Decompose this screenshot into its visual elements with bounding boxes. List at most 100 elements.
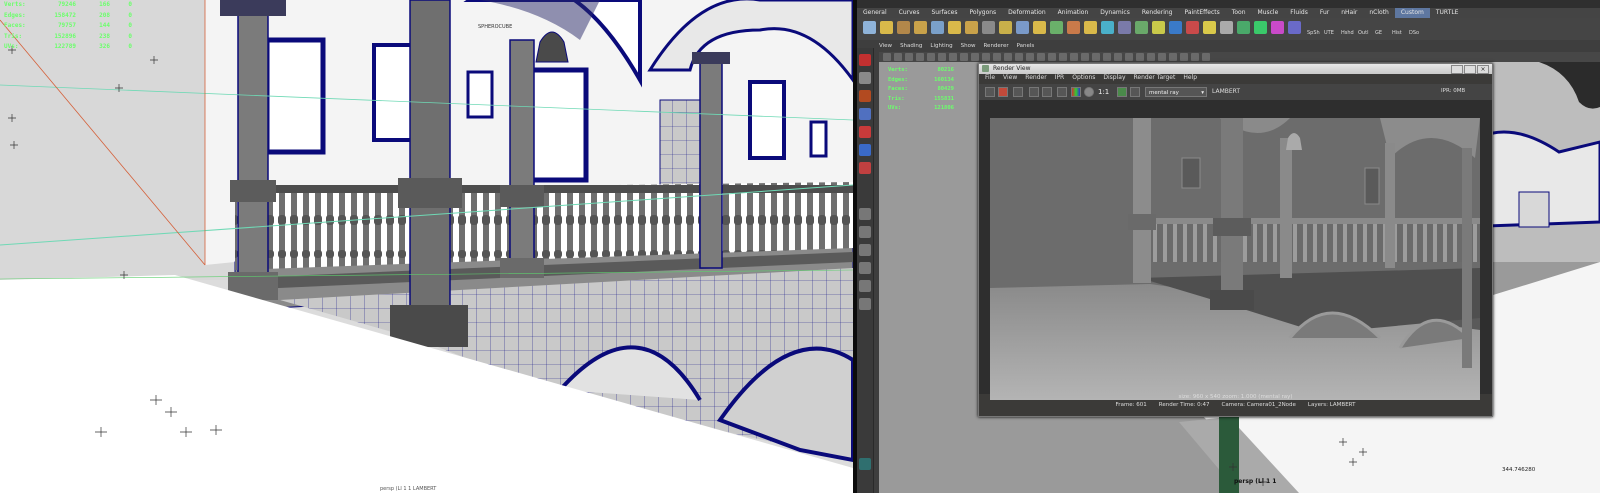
panel-toolbar-icon[interactable] [1136,53,1144,61]
shelf-tool-icon[interactable] [1271,21,1284,34]
render-menu-ipr[interactable]: IPR [1055,74,1065,84]
panel-toolbar-icon[interactable] [1092,53,1100,61]
panel-toolbar-icon[interactable] [1180,53,1188,61]
panel-toolbar-icon[interactable] [1081,53,1089,61]
manipulator-tool-icon[interactable] [859,162,871,174]
shelf-tab-rendering[interactable]: Rendering [1136,8,1179,18]
minimize-icon[interactable] [1451,65,1463,74]
shelf-button-spsh[interactable]: SpSh [1307,30,1320,36]
shelf-tool-icon[interactable] [1067,21,1080,34]
layout-single-icon[interactable] [859,208,871,220]
move-tool-icon[interactable] [859,108,871,120]
shelf-button-ute[interactable]: UTE [1324,30,1334,36]
render-region-icon[interactable] [1029,87,1039,97]
panel-toolbar-icon[interactable] [1070,53,1078,61]
panel-toolbar-icon[interactable] [1114,53,1122,61]
panel-toolbar-icon[interactable] [1191,53,1199,61]
shelf-tab-nhair[interactable]: nHair [1335,8,1363,18]
panel-toolbar-icon[interactable] [1158,53,1166,61]
keep-image-icon[interactable] [1117,87,1127,97]
rgb-channels-icon[interactable] [1071,87,1081,97]
viewport-menu-shading[interactable]: Shading [900,43,922,52]
render-menu-render[interactable]: Render [1025,74,1046,84]
panel-toolbar-icon[interactable] [1026,53,1034,61]
panel-toolbar-icon[interactable] [993,53,1001,61]
shelf-tool-icon[interactable] [863,21,876,34]
snapshot-icon[interactable] [1013,87,1023,97]
remove-image-icon[interactable] [1130,87,1140,97]
panel-toolbar-icon[interactable] [949,53,957,61]
panel-toolbar-icon[interactable] [1147,53,1155,61]
lasso-tool-icon[interactable] [859,72,871,84]
alpha-channel-icon[interactable] [1084,87,1094,97]
shelf-tab-general[interactable]: General [857,8,893,18]
shelf-tab-toon[interactable]: Toon [1226,8,1252,18]
render-view-titlebar[interactable]: Render View × [979,64,1492,74]
panel-toolbar-icon[interactable] [1004,53,1012,61]
shelf-tool-icon[interactable] [1203,21,1216,34]
panel-toolbar-icon[interactable] [1202,53,1210,61]
shelf-tool-icon[interactable] [999,21,1012,34]
panel-toolbar-icon[interactable] [883,53,891,61]
render-menu-render-target[interactable]: Render Target [1134,74,1176,84]
shelf-tab-painteffects[interactable]: PaintEffects [1178,8,1225,18]
panel-toolbar-icon[interactable] [927,53,935,61]
panel-toolbar-icon[interactable] [1169,53,1177,61]
layout-two-icon[interactable] [859,244,871,256]
render-menu-help[interactable]: Help [1183,74,1197,84]
shelf-tab-dynamics[interactable]: Dynamics [1094,8,1136,18]
shelf-tool-icon[interactable] [982,21,995,34]
shelf-tab-turtle[interactable]: TURTLE [1430,8,1465,18]
select-tool-icon[interactable] [859,54,871,66]
shelf-button-hshd[interactable]: Hshd [1341,30,1354,36]
shelf-tab-surfaces[interactable]: Surfaces [925,8,963,18]
panel-toolbar-icon[interactable] [938,53,946,61]
shelf-tab-polygons[interactable]: Polygons [963,8,1002,18]
viewport-menu-lighting[interactable]: Lighting [930,43,952,52]
shelf-tool-icon[interactable] [1101,21,1114,34]
shelf-tool-icon[interactable] [931,21,944,34]
shelf-tool-icon[interactable] [1084,21,1097,34]
shelf-tab-curves[interactable]: Curves [893,8,926,18]
panel-toolbar-icon[interactable] [971,53,979,61]
shelf-tab-ncloth[interactable]: nCloth [1363,8,1395,18]
shelf-tool-icon[interactable] [965,21,978,34]
stop-render-icon[interactable] [998,87,1008,97]
panel-toolbar-icon[interactable] [982,53,990,61]
shelf-tool-icon[interactable] [1186,21,1199,34]
shelf-tool-icon[interactable] [880,21,893,34]
shelf-tool-icon[interactable] [1050,21,1063,34]
panel-toolbar-icon[interactable] [1103,53,1111,61]
panel-toolbar-icon[interactable] [905,53,913,61]
viewport-menu-view[interactable]: View [879,43,892,52]
viewport-menu-panels[interactable]: Panels [1017,43,1035,52]
render-menu-display[interactable]: Display [1103,74,1125,84]
shelf-tool-icon[interactable] [1254,21,1267,34]
rendered-image[interactable] [990,118,1480,400]
shelf-tool-icon[interactable] [1169,21,1182,34]
panel-toolbar-icon[interactable] [960,53,968,61]
refresh-ipr-icon[interactable] [1057,87,1067,97]
redo-render-icon[interactable] [985,87,995,97]
shelf-tool-icon[interactable] [1152,21,1165,34]
shelf-tool-icon[interactable] [1237,21,1250,34]
layout-outliner-icon[interactable] [859,262,871,274]
panel-toolbar-icon[interactable] [916,53,924,61]
shelf-tool-icon[interactable] [1135,21,1148,34]
shelf-tab-deformation[interactable]: Deformation [1002,8,1051,18]
shelf-tool-icon[interactable] [1033,21,1046,34]
viewport-menu-renderer[interactable]: Renderer [983,43,1008,52]
shelf-tab-custom[interactable]: Custom [1394,8,1430,18]
panel-toolbar-icon[interactable] [1059,53,1067,61]
shelf-tool-icon[interactable] [948,21,961,34]
rotate-tool-icon[interactable] [859,126,871,138]
shelf-tab-fur[interactable]: Fur [1314,8,1335,18]
shelf-button-outl[interactable]: Outl [1358,30,1368,36]
layout-hypershade-icon[interactable] [859,298,871,310]
maximize-icon[interactable] [1464,65,1476,74]
scale-tool-icon[interactable] [859,144,871,156]
shelf-button-dso[interactable]: DSo [1409,30,1419,36]
shelf-tool-icon[interactable] [1118,21,1131,34]
shelf-tab-muscle[interactable]: Muscle [1252,8,1285,18]
layout-graph-icon[interactable] [859,280,871,292]
